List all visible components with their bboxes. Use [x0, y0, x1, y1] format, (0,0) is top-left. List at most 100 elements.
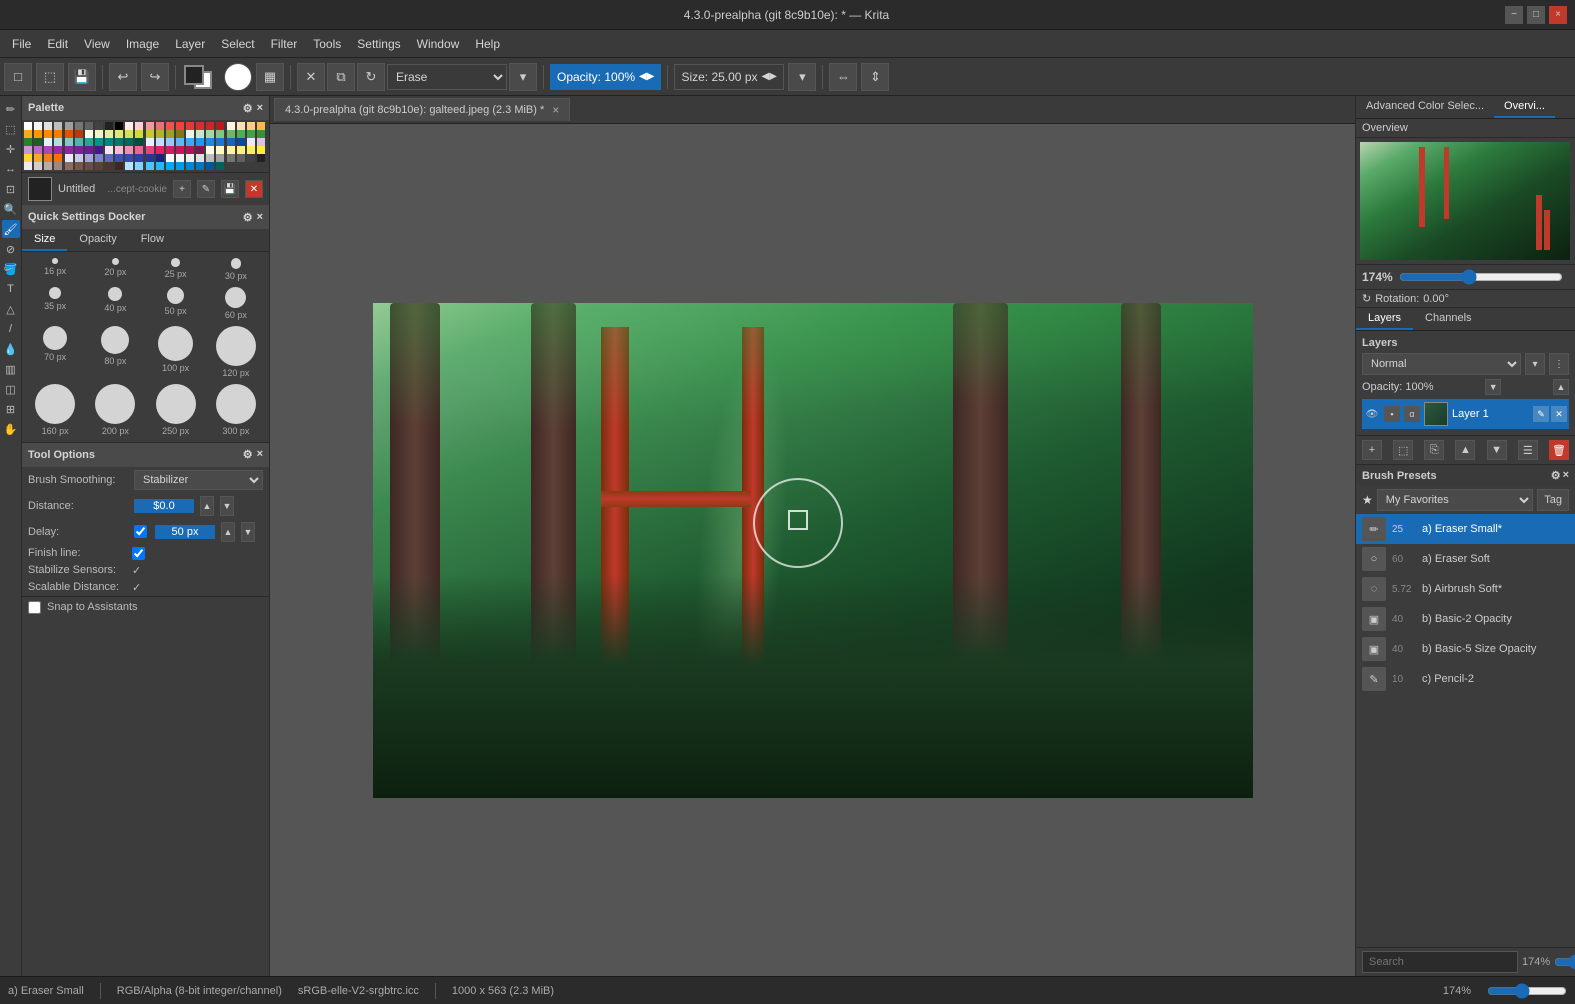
palette-swatch-13[interactable] [156, 122, 164, 130]
palette-swatch-59[interactable] [135, 138, 143, 146]
palette-swatch-106[interactable] [125, 154, 133, 162]
palette-swatch-134[interactable] [166, 162, 174, 170]
bp-item-0[interactable]: ✏25a) Eraser Small* [1356, 514, 1575, 544]
tool-options-close-icon[interactable]: × [257, 448, 263, 461]
search-input[interactable] [1362, 951, 1518, 973]
palette-swatch-139[interactable] [216, 162, 224, 170]
palette-swatch-32[interactable] [105, 130, 113, 138]
palette-swatch-17[interactable] [196, 122, 204, 130]
palette-swatch-74[interactable] [44, 146, 52, 154]
palette-swatch-5[interactable] [75, 122, 83, 130]
palette-swatch-107[interactable] [135, 154, 143, 162]
palette-swatch-118[interactable] [247, 154, 255, 162]
palette-swatch-99[interactable] [54, 154, 62, 162]
palette-swatch-110[interactable] [166, 154, 174, 162]
new-button[interactable]: □ [4, 63, 32, 91]
refresh-button[interactable]: ↻ [357, 63, 385, 91]
palette-swatch-42[interactable] [206, 130, 214, 138]
palette-swatch-60[interactable] [146, 138, 154, 146]
palette-swatch-11[interactable] [135, 122, 143, 130]
opacity-arrows[interactable]: ◀▶ [639, 71, 654, 82]
clear-button[interactable]: ✕ [297, 63, 325, 91]
tool-options-header[interactable]: Tool Options ⚙ × [22, 443, 269, 467]
palette-swatch-108[interactable] [146, 154, 154, 162]
bp-item-2[interactable]: ◌5.72b) Airbrush Soft* [1356, 574, 1575, 604]
brush-size-item-60[interactable]: 60 px [207, 285, 265, 322]
palette-swatch-44[interactable] [227, 130, 235, 138]
palette-swatch-116[interactable] [227, 154, 235, 162]
brush-size-item-250[interactable]: 250 px [147, 382, 205, 438]
tool-shape[interactable]: △ [2, 300, 20, 318]
distance-up[interactable]: ▲ [200, 496, 214, 516]
palette-swatch-20[interactable] [227, 122, 235, 130]
brush-size-item-300[interactable]: 300 px [207, 382, 265, 438]
palette-swatch-103[interactable] [95, 154, 103, 162]
menu-item-file[interactable]: File [4, 33, 39, 55]
palette-swatch-89[interactable] [196, 146, 204, 154]
erase-mode-combo[interactable]: ✕ ⧉ ↻ Erase ▾ [297, 63, 537, 91]
tool-options-settings-icon[interactable]: ⚙ [243, 448, 253, 461]
palette-swatch-57[interactable] [115, 138, 123, 146]
palette-swatch-22[interactable] [247, 122, 255, 130]
save-palette-button[interactable]: 💾 [221, 180, 239, 198]
palette-swatch-19[interactable] [216, 122, 224, 130]
palette-swatch-94[interactable] [247, 146, 255, 154]
color-selector[interactable] [182, 63, 220, 91]
erase-mode-select[interactable]: Erase [387, 64, 507, 90]
palette-swatch-121[interactable] [34, 162, 42, 170]
layer-delete-btn[interactable]: ✕ [1551, 406, 1567, 422]
pattern-button[interactable]: ▦ [256, 63, 284, 91]
palette-swatch-97[interactable] [34, 154, 42, 162]
palette-swatch-111[interactable] [176, 154, 184, 162]
save-button[interactable]: 💾 [68, 63, 96, 91]
brush-size-item-100[interactable]: 100 px [147, 324, 205, 380]
palette-swatch-105[interactable] [115, 154, 123, 162]
palette-swatch-3[interactable] [54, 122, 62, 130]
move-layer-up-button[interactable]: ▲ [1455, 440, 1475, 460]
canvas-tab[interactable]: 4.3.0-prealpha (git 8c9b10e): galteed.jp… [274, 98, 570, 121]
palette-swatch-82[interactable] [125, 146, 133, 154]
tab-layers[interactable]: Layers [1356, 308, 1413, 330]
palette-swatch-132[interactable] [146, 162, 154, 170]
layer-edit-btn[interactable]: ✎ [1533, 406, 1549, 422]
palette-swatch-129[interactable] [115, 162, 123, 170]
palette-swatch-123[interactable] [54, 162, 62, 170]
tool-text[interactable]: T [2, 280, 20, 298]
palette-swatch-15[interactable] [176, 122, 184, 130]
palette-swatch-62[interactable] [166, 138, 174, 146]
tab-advanced-color[interactable]: Advanced Color Selec... [1356, 96, 1494, 118]
size-control[interactable]: Size: 25.00 px ◀▶ [674, 64, 784, 90]
palette-swatch-55[interactable] [95, 138, 103, 146]
palette-swatch-137[interactable] [196, 162, 204, 170]
palette-swatch-112[interactable] [186, 154, 194, 162]
palette-swatch-92[interactable] [227, 146, 235, 154]
palette-swatch-63[interactable] [176, 138, 184, 146]
palette-swatch-34[interactable] [125, 130, 133, 138]
palette-swatch-58[interactable] [125, 138, 133, 146]
tool-zoom[interactable]: 🔍 [2, 200, 20, 218]
palette-swatch-30[interactable] [85, 130, 93, 138]
palette-swatch-102[interactable] [85, 154, 93, 162]
brush-size-item-16[interactable]: 16 px [26, 256, 84, 283]
palette-close-icon[interactable]: × [257, 102, 263, 115]
brush-size-item-20[interactable]: 20 px [86, 256, 144, 283]
zoom-slider[interactable] [1399, 269, 1563, 285]
foreground-color[interactable] [184, 65, 204, 85]
palette-swatch-50[interactable] [44, 138, 52, 146]
palette-swatch-126[interactable] [85, 162, 93, 170]
bp-category-select[interactable]: My Favorites [1377, 489, 1533, 511]
erase-dropdown[interactable]: ▾ [509, 63, 537, 91]
palette-swatch-49[interactable] [34, 138, 42, 146]
duplicate-layer-button[interactable]: ⎘ [1424, 440, 1444, 460]
tool-brush[interactable]: 🖌 [2, 220, 20, 238]
palette-swatch-77[interactable] [75, 146, 83, 154]
layer-row[interactable]: 👁 ▪ α Layer 1 ✎ ✕ [1362, 399, 1569, 429]
menu-item-select[interactable]: Select [213, 33, 262, 55]
palette-swatch-130[interactable] [125, 162, 133, 170]
palette-swatch-56[interactable] [105, 138, 113, 146]
brush-size-item-30[interactable]: 30 px [207, 256, 265, 283]
palette-swatch-133[interactable] [156, 162, 164, 170]
palette-swatch-10[interactable] [125, 122, 133, 130]
menu-item-filter[interactable]: Filter [263, 33, 306, 55]
brush-size-item-35[interactable]: 35 px [26, 285, 84, 322]
